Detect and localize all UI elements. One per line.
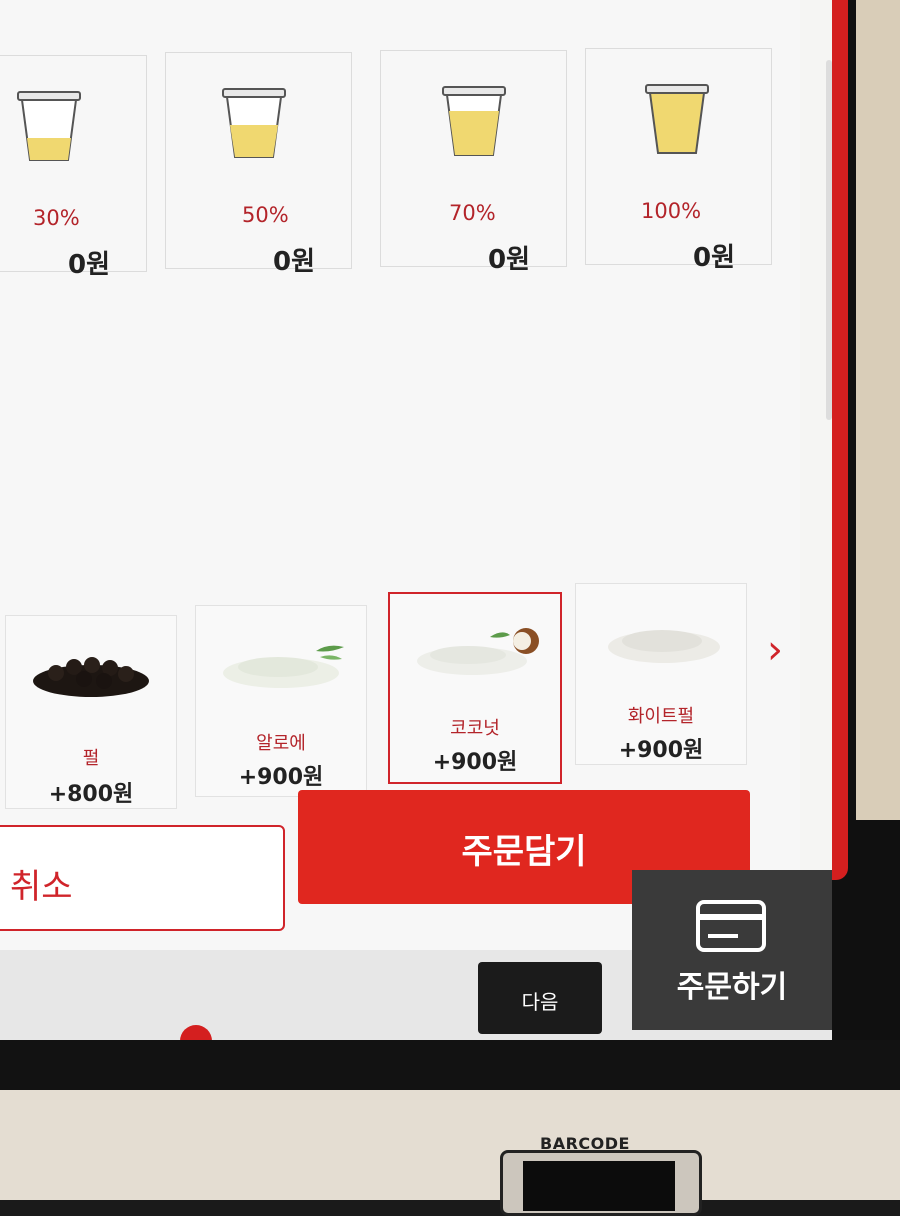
ice-price: 0원 — [487, 245, 530, 275]
next-button-label: 다음 — [521, 990, 559, 1014]
ice-label: 100% — [641, 199, 702, 223]
topping-name: 화이트펄 — [627, 706, 695, 727]
cup-icon — [17, 91, 81, 161]
aloe-image — [223, 645, 344, 688]
topping-price: +900원 — [432, 750, 518, 775]
ice-label: 50% — [242, 203, 289, 227]
next-button[interactable]: 다음 — [478, 962, 602, 1034]
background-wall — [856, 0, 900, 820]
barcode-scanner-window — [523, 1161, 675, 1211]
cup-icon — [645, 84, 709, 154]
topping-pearl[interactable]: 펄 +800원 — [5, 615, 177, 809]
coconut-image — [417, 628, 539, 675]
cancel-button-label: 취소 — [10, 867, 73, 907]
ice-price: 0원 — [692, 243, 735, 273]
ice-option-30[interactable]: 30% 0원 — [0, 55, 147, 280]
topping-coconut[interactable]: 코코넛 +900원 — [388, 592, 562, 784]
modal-edge — [826, 60, 832, 420]
ice-option-100[interactable]: 100% 0원 — [585, 48, 772, 273]
tapioca-pearl-image — [33, 657, 149, 697]
cup-icon — [222, 88, 286, 158]
checkout-button[interactable]: 주문하기 — [632, 870, 832, 1030]
topping-name: 펄 — [82, 748, 100, 769]
ice-label: 70% — [449, 201, 496, 225]
topping-name: 알로에 — [256, 733, 306, 754]
ice-price: 0원 — [67, 250, 110, 280]
kiosk-lower-housing — [0, 1090, 900, 1200]
credit-card-icon — [696, 900, 766, 952]
ice-price: 0원 — [272, 247, 315, 277]
chevron-right-icon[interactable]: › — [760, 625, 790, 675]
cancel-button[interactable]: 취소 — [0, 825, 285, 931]
ice-option-50[interactable]: 50% 0원 — [165, 52, 352, 277]
topping-aloe[interactable]: 알로에 +900원 — [195, 605, 367, 797]
topping-price: +900원 — [618, 738, 704, 763]
option-modal: 30% 0원 50% 0원 70% 0원 100% 0원 펄 +800원 알로에… — [0, 0, 800, 950]
topping-price: +800원 — [48, 782, 134, 807]
barcode-scanner — [500, 1150, 702, 1216]
checkout-button-label: 주문하기 — [676, 970, 788, 1005]
kiosk-screen: 30% 0원 50% 0원 70% 0원 100% 0원 펄 +800원 알로에… — [0, 0, 832, 1085]
add-to-order-label: 주문담기 — [461, 832, 587, 872]
topping-white-pearl[interactable]: 화이트펄 +900원 — [575, 583, 747, 765]
ice-label: 30% — [33, 206, 80, 230]
cup-icon — [442, 86, 506, 156]
ice-option-70[interactable]: 70% 0원 — [380, 50, 567, 275]
topping-price: +900원 — [238, 765, 324, 790]
topping-name: 코코넛 — [450, 718, 500, 739]
white-pearl-image — [608, 630, 720, 663]
